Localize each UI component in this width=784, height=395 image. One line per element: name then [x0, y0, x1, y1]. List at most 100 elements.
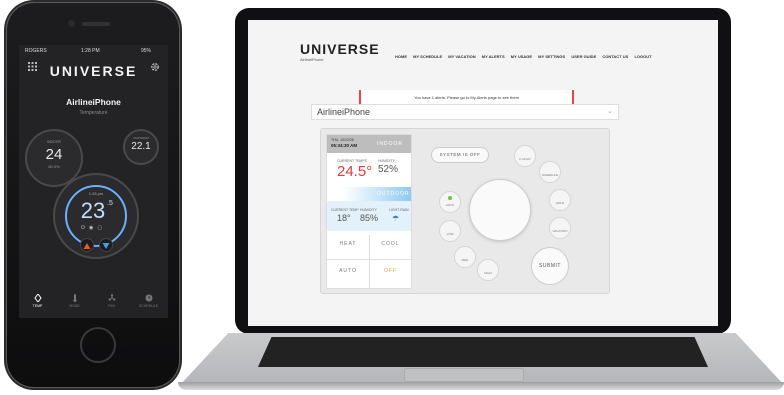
setpoint-ring: 1:28 pm 23 .5 ⏻◉▢: [65, 185, 127, 247]
fan-auto-button[interactable]: AUTO: [439, 191, 461, 213]
schedule-button[interactable]: SCHEDULE: [539, 161, 561, 183]
mode-cool-button[interactable]: COOL: [370, 235, 411, 260]
humidity-label: HUMIDITY: [378, 159, 395, 163]
screen-subtitle: Temperature: [79, 110, 108, 116]
tab-bar: TEMP MODE FAN SCHEDULE: [19, 292, 168, 318]
mode-auto-button[interactable]: AUTO: [327, 260, 370, 288]
system-status-pill: SYSTEM IS OFF: [431, 147, 489, 163]
vacation-label: VACATION: [552, 229, 568, 233]
mode-heat-button[interactable]: HEAT: [327, 235, 370, 260]
hold-label: HOLD: [555, 201, 565, 205]
humidity-value: 52%: [378, 164, 399, 175]
panel-time: 05:34:30 AM: [331, 143, 358, 148]
nav-home[interactable]: HOME: [395, 54, 407, 59]
out-temp-label: CURRENT TEMP: [331, 208, 359, 212]
phone-screen: ROGERS 1:28 PM 95% UNIVERSE AirlineiPhon…: [19, 45, 168, 318]
arrow-down-icon: [102, 243, 110, 249]
nav-settings[interactable]: MY SETTINGS: [538, 54, 565, 59]
nav-logout[interactable]: LOGOUT: [634, 54, 651, 59]
tab-mode-label: MODE: [69, 304, 80, 308]
outdoor-header: OUTDOOR: [327, 187, 411, 201]
fan-med-label: MED: [461, 258, 469, 262]
tab-temp[interactable]: TEMP: [19, 292, 56, 308]
clock-icon: [145, 294, 152, 302]
nav-vacation[interactable]: MY VACATION: [448, 54, 475, 59]
gear-icon[interactable]: [150, 62, 160, 72]
setpoint-dial[interactable]: [469, 179, 531, 241]
f-hold-label: F-HOLD: [519, 157, 531, 161]
fan-high-button[interactable]: HIGH: [477, 259, 499, 281]
fan-low-label: LOW: [446, 232, 454, 236]
tab-schedule-label: SCHEDULE: [138, 304, 159, 308]
tab-fan[interactable]: FAN: [93, 292, 130, 308]
current-temp-value: 24.5°: [337, 163, 373, 180]
fan-icon: [108, 294, 115, 301]
nav-usage[interactable]: MY USAGE: [511, 54, 532, 59]
thermometer-icon: [73, 294, 76, 302]
weather-label: LIGHT RAIN: [389, 208, 409, 212]
fan-med-button[interactable]: MED: [454, 246, 476, 268]
main-time: 1:28 pm: [88, 191, 104, 196]
phone-device: ROGERS 1:28 PM 95% UNIVERSE AirlineiPhon…: [6, 2, 180, 388]
indoor-humidity: 60.3%: [48, 164, 60, 169]
power-icon[interactable]: ⏻: [81, 225, 89, 231]
temp-icon: [33, 294, 42, 302]
outdoor-body: CURRENT TEMP 18° HUMIDITY 85% LIGHT RAIN…: [327, 201, 411, 231]
chevron-down-icon: ⌄: [607, 108, 613, 115]
carrier-text: ROGERS: [25, 48, 47, 54]
panel-date: THU, 10/12/26: [331, 138, 354, 142]
schedule-label: SCHEDULE: [541, 173, 559, 177]
active-indicator: [448, 196, 452, 200]
out-temp-value: 18°: [337, 213, 351, 223]
top-nav: HOME MY SCHEDULE MY VACATION MY ALERTS M…: [395, 54, 657, 59]
web-logo-subtitle: AirlineiPhone: [300, 57, 324, 62]
laptop-front-edge: [178, 382, 784, 390]
hold-button[interactable]: HOLD: [549, 189, 571, 211]
indoor-title: INDOOR: [377, 141, 403, 147]
home-button[interactable]: [80, 327, 116, 363]
phone-camera: [68, 20, 75, 27]
battery-text: 95%: [141, 48, 152, 54]
setpoint-decimal: .5: [107, 200, 113, 207]
trackpad[interactable]: [404, 368, 524, 382]
indoor-header: THU, 10/12/26 05:34:30 AM INDOOR: [327, 135, 411, 153]
rain-cloud-icon: ☂: [392, 214, 400, 223]
tab-fan-label: FAN: [108, 304, 115, 308]
tab-temp-label: TEMP: [32, 304, 43, 308]
vacation-button[interactable]: VACATION: [549, 217, 571, 239]
conditions-card: THU, 10/12/26 05:34:30 AM INDOOR CURRENT…: [326, 134, 412, 289]
f-hold-button[interactable]: F-HOLD: [514, 145, 536, 167]
outdoor-reading: OUTDOOR 22.1: [123, 129, 159, 165]
nav-alerts[interactable]: MY ALERTS: [482, 54, 505, 59]
indoor-label: INDOOR: [47, 140, 61, 144]
outdoor-title: OUTDOOR: [377, 191, 410, 197]
temp-down-button[interactable]: [99, 238, 113, 252]
nav-schedule[interactable]: MY SCHEDULE: [413, 54, 442, 59]
submit-button[interactable]: SUBMIT: [531, 247, 569, 285]
laptop-display: UNIVERSE AirlineiPhone HOME MY SCHEDULE …: [248, 20, 718, 326]
status-bar: ROGERS 1:28 PM 95%: [19, 45, 168, 55]
web-logo[interactable]: UNIVERSE: [300, 41, 380, 57]
fan-high-label: HIGH: [484, 271, 492, 275]
fan-auto-label: AUTO: [445, 203, 455, 207]
out-humidity-label: HUMIDITY: [360, 208, 377, 212]
mode-off-button[interactable]: OFF: [370, 260, 411, 288]
fan-low-button[interactable]: LOW: [439, 220, 461, 242]
out-humidity-value: 85%: [360, 213, 379, 223]
device-selector[interactable]: AirlineiPhone ⌄: [311, 104, 619, 120]
tab-schedule[interactable]: SCHEDULE: [130, 292, 167, 308]
device-selector-value: AirlineiPhone: [317, 107, 371, 117]
keyboard: [258, 337, 708, 367]
temp-up-button[interactable]: [80, 238, 94, 252]
arrow-up-icon: [83, 243, 91, 249]
app-logo: UNIVERSE: [49, 63, 138, 79]
device-name: AirlineiPhone: [66, 97, 121, 107]
nav-user-guide[interactable]: USER GUIDE: [571, 54, 596, 59]
tab-mode[interactable]: MODE: [56, 292, 93, 308]
outdoor-temp: 22.1: [131, 141, 151, 152]
nav-contact[interactable]: CONTACT US: [602, 54, 628, 59]
thermostat-panel: THU, 10/12/26 05:34:30 AM INDOOR CURRENT…: [320, 128, 610, 294]
indoor-temp: 24: [45, 146, 63, 163]
status-time: 1:28 PM: [81, 48, 100, 54]
lock-icon[interactable]: ▢: [97, 225, 106, 231]
